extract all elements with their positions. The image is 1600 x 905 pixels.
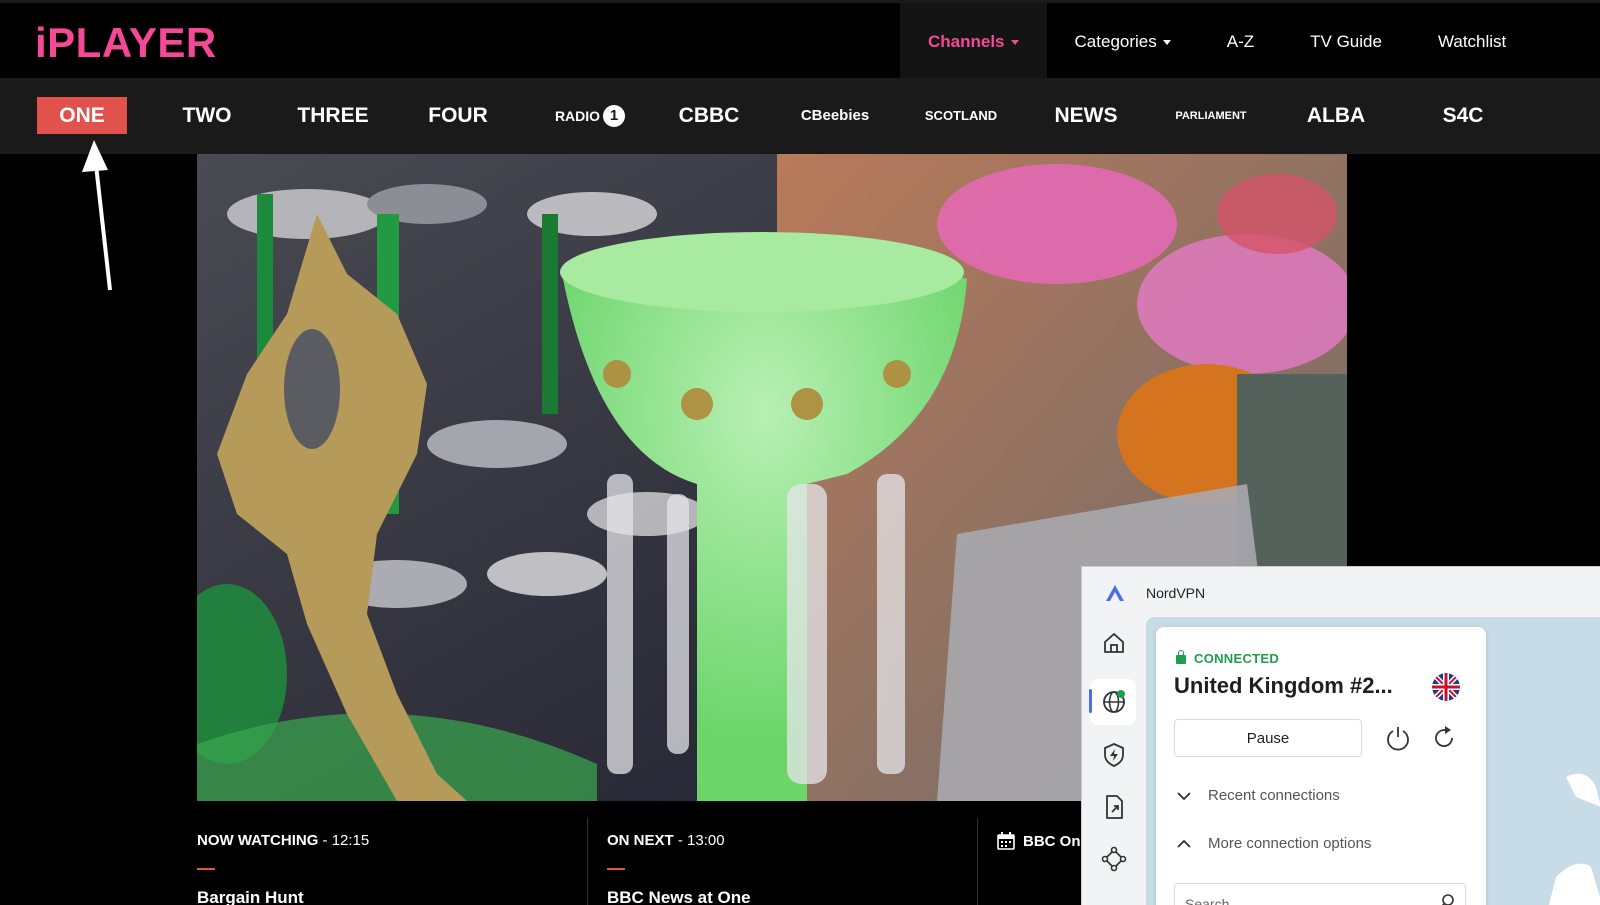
channel-radio-1[interactable]: RADIO 1 bbox=[540, 97, 640, 134]
pause-button[interactable]: Pause bbox=[1174, 719, 1362, 757]
on-next-panel: ON NEXT - 13:00 BBC News at One bbox=[607, 832, 751, 905]
sidebar-active-indicator bbox=[1089, 689, 1092, 713]
nav-categories[interactable]: Categories bbox=[1047, 3, 1199, 81]
channel-three[interactable]: THREE bbox=[283, 97, 383, 134]
channel-two[interactable]: TWO bbox=[162, 97, 252, 134]
channel-bar: ONE TWO THREE FOUR RADIO 1 CBBC CBeebies … bbox=[0, 78, 1600, 154]
search-icon[interactable] bbox=[1438, 893, 1456, 905]
info-divider bbox=[977, 818, 978, 905]
info-divider bbox=[587, 818, 588, 905]
nav-tv-guide[interactable]: TV Guide bbox=[1282, 3, 1410, 81]
now-watching-time: - 12:15 bbox=[318, 832, 370, 849]
on-next-title[interactable]: BBC News at One bbox=[607, 888, 751, 905]
connection-status: CONNECTED bbox=[1176, 650, 1279, 666]
nav-watchlist[interactable]: Watchlist bbox=[1410, 3, 1534, 81]
lock-icon bbox=[1176, 650, 1186, 664]
app-title: NordVPN bbox=[1146, 585, 1206, 601]
uk-flag-icon bbox=[1432, 673, 1460, 701]
channel-s4c[interactable]: S4C bbox=[1425, 97, 1501, 134]
refresh-icon[interactable] bbox=[1430, 724, 1458, 752]
home-icon[interactable] bbox=[1100, 629, 1128, 657]
channel-alba[interactable]: ALBA bbox=[1296, 97, 1376, 134]
nav-channels[interactable]: Channels bbox=[900, 3, 1047, 81]
iplayer-logo[interactable]: iPLAYER bbox=[35, 19, 217, 67]
file-share-icon[interactable] bbox=[1100, 793, 1128, 821]
search-input[interactable]: Search bbox=[1174, 883, 1466, 905]
chevron-down-icon bbox=[1177, 791, 1191, 800]
meshnet-icon[interactable] bbox=[1100, 845, 1128, 873]
top-nav: Channels Categories A-Z TV Guide Watchli… bbox=[900, 3, 1534, 81]
radio-one-badge: 1 bbox=[603, 104, 626, 127]
accent-dash bbox=[607, 868, 625, 870]
channel-cbeebies[interactable]: CBeebies bbox=[790, 97, 880, 134]
now-watching-label: NOW WATCHING bbox=[197, 832, 319, 849]
arrow-to-channel-one bbox=[82, 140, 112, 291]
channel-one[interactable]: ONE bbox=[37, 97, 127, 134]
server-name[interactable]: United Kingdom #2... bbox=[1174, 673, 1393, 699]
now-watching-title[interactable]: Bargain Hunt bbox=[197, 888, 304, 905]
now-watching-panel: NOW WATCHING - 12:15 Bargain Hunt bbox=[197, 832, 370, 905]
threat-protection-icon[interactable] bbox=[1100, 741, 1128, 769]
channel-news[interactable]: NEWS bbox=[1045, 97, 1127, 134]
calendar-icon bbox=[997, 832, 1015, 850]
connection-card: CONNECTED United Kingdom #2... Pause Rec… bbox=[1156, 627, 1486, 905]
channel-scotland[interactable]: SCOTLAND bbox=[918, 97, 1004, 134]
nav-a-z[interactable]: A-Z bbox=[1199, 3, 1282, 81]
accent-dash bbox=[197, 868, 215, 870]
recent-connections-toggle[interactable]: Recent connections bbox=[1176, 787, 1340, 804]
on-next-label: ON NEXT bbox=[607, 832, 674, 849]
schedule-label: BBC On bbox=[1023, 832, 1081, 850]
more-connection-options-toggle[interactable]: More connection options bbox=[1176, 835, 1371, 852]
chevron-down-icon bbox=[1010, 39, 1019, 45]
chevron-up-icon bbox=[1177, 839, 1191, 848]
globe-icon[interactable] bbox=[1100, 688, 1128, 716]
power-icon[interactable] bbox=[1384, 724, 1412, 752]
nordvpn-window: NordVPN CONNECTED United Kingdom #2... P… bbox=[1081, 566, 1600, 905]
channel-parliament[interactable]: PARLIAMENT bbox=[1168, 97, 1254, 134]
channel-four[interactable]: FOUR bbox=[413, 97, 503, 134]
on-next-time: - 13:00 bbox=[673, 832, 725, 849]
chevron-down-icon bbox=[1162, 39, 1171, 45]
top-header: iPLAYER Channels Categories A-Z TV Guide… bbox=[0, 0, 1600, 81]
nordvpn-logo-icon bbox=[1106, 585, 1124, 601]
channel-cbbc[interactable]: CBBC bbox=[668, 97, 750, 134]
schedule-link[interactable]: BBC On bbox=[997, 832, 1081, 850]
